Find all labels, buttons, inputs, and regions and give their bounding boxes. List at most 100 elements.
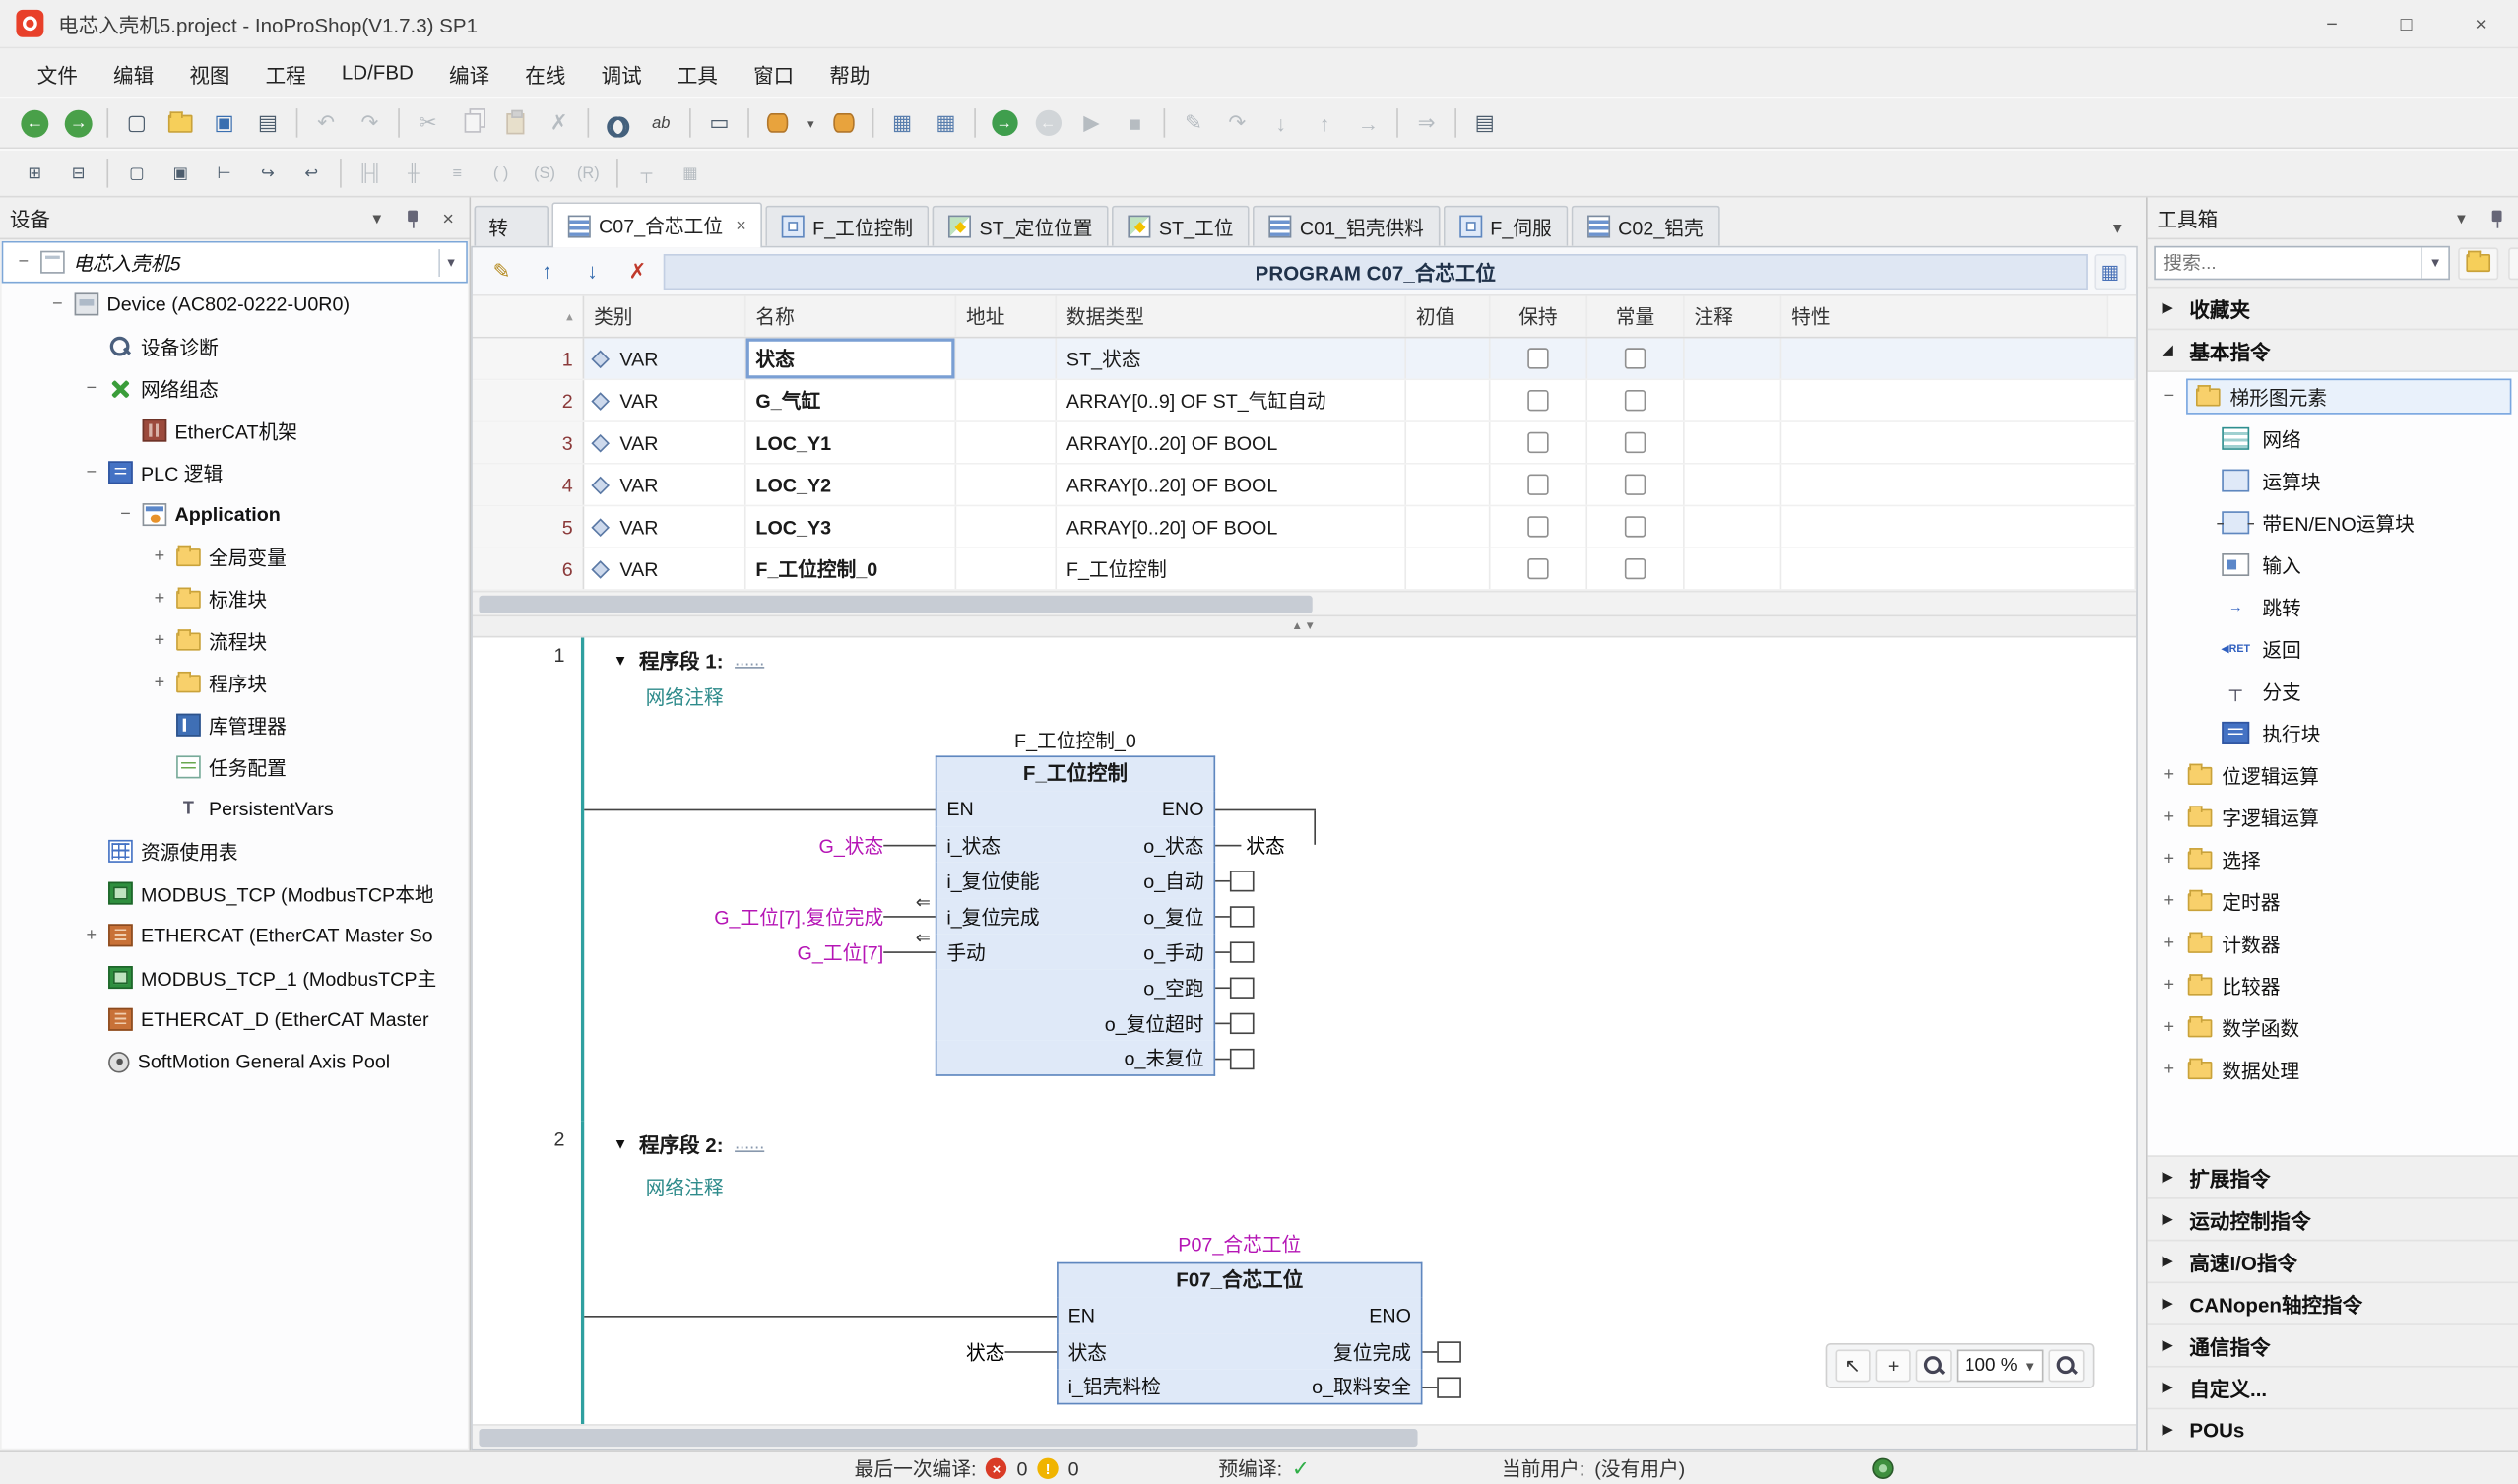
retain-checkbox[interactable] — [1527, 432, 1548, 453]
address-cell[interactable] — [956, 422, 1057, 463]
toolbar-button-icon[interactable]: ab — [641, 103, 681, 142]
minimize-button[interactable]: − — [2294, 0, 2369, 47]
tree-item[interactable]: Application — [2, 493, 468, 536]
toolbox-section[interactable]: ▶ POUs — [2148, 1408, 2518, 1451]
fb-body-row[interactable]: i_复位使能 o_自动 — [936, 863, 1215, 898]
output-assign-box[interactable] — [1230, 977, 1255, 998]
toolbar-button-icon[interactable] — [757, 103, 798, 142]
tree-expander-icon[interactable]: + — [2161, 1060, 2178, 1079]
fb-body-row[interactable]: i_铝壳料检 o_取料安全 — [1057, 1369, 1422, 1404]
toolbar-button-icon[interactable]: ▣ — [204, 103, 244, 142]
ld-toolbar-button-icon[interactable]: ▦ — [670, 154, 710, 192]
toolbar-button-icon[interactable] — [291, 103, 303, 142]
output-pin[interactable]: o_空跑 — [1143, 973, 1203, 1000]
tab-overflow-button[interactable]: ▼ — [2110, 220, 2135, 245]
initvalue-cell[interactable] — [1406, 422, 1490, 463]
toolbar-button-icon[interactable]: ↓ — [1260, 103, 1301, 142]
retain-checkbox[interactable] — [1527, 558, 1548, 579]
menu-item[interactable]: 工程 — [248, 47, 324, 97]
ld-toolbar-button-icon[interactable]: (R) — [568, 154, 609, 192]
column-header[interactable]: 常量 — [1587, 296, 1685, 337]
variable-row[interactable]: 3 VAR LOC_Y1 ARRAY[0..20] OF BOOL — [473, 422, 2136, 465]
document-tab[interactable]: ST_定位位置 — [933, 206, 1109, 246]
comment-cell[interactable] — [1685, 422, 1782, 463]
input-pin[interactable]: i_复位使能 — [946, 867, 1039, 894]
ld-toolbar-button-icon[interactable] — [612, 154, 623, 192]
tree-expander-icon[interactable]: + — [2161, 891, 2178, 911]
input-pin[interactable]: i_状态 — [946, 831, 1001, 859]
ladder-hscrollbar[interactable] — [473, 1424, 2136, 1449]
output-assign-box[interactable] — [1437, 1377, 1461, 1397]
column-header[interactable]: 保持 — [1490, 296, 1587, 337]
toolbox-item[interactable]: 执行块 — [2148, 712, 2518, 754]
toolbox-item[interactable]: → 跳转 — [2148, 586, 2518, 628]
toolbox-folder[interactable]: + 比较器 — [2148, 964, 2518, 1006]
column-header[interactable]: 地址 — [956, 296, 1057, 337]
document-tab[interactable]: ST_工位 — [1112, 206, 1250, 246]
zoom-fit-button[interactable] — [2048, 1350, 2084, 1383]
toolbox-mini-button-icon[interactable]: ▦ — [2508, 247, 2518, 280]
toolbar-button-icon[interactable] — [823, 103, 864, 142]
output-pin[interactable]: o_自动 — [1143, 867, 1203, 894]
address-cell[interactable] — [956, 548, 1057, 589]
toolbar-button-icon[interactable]: ← — [15, 103, 55, 142]
zoom-level-select[interactable]: 100 % ▼ — [1957, 1350, 2044, 1383]
fb-body-row[interactable]: EN ENO — [1057, 1298, 1422, 1333]
toolbar-button-icon[interactable] — [1159, 103, 1171, 142]
toolbar-button-icon[interactable]: → — [58, 103, 98, 142]
name-cell[interactable]: LOC_Y3 — [746, 506, 957, 547]
toolbar-button-icon[interactable]: ✂ — [408, 103, 448, 142]
chevron-down-icon[interactable]: ▼ — [2421, 247, 2448, 278]
pin-icon[interactable] — [2486, 207, 2508, 229]
toolbox-section[interactable]: ▶ CANopen轴控指令 — [2148, 1281, 2518, 1323]
toolbox-section[interactable]: ▶ 运动控制指令 — [2148, 1197, 2518, 1240]
menu-item[interactable]: LD/FBD — [324, 52, 431, 95]
toolbox-folder[interactable]: + 位逻辑运算 — [2148, 754, 2518, 797]
toolbar-button-icon[interactable] — [684, 103, 696, 142]
input-variable[interactable]: G_状态 — [818, 831, 883, 859]
attribute-cell[interactable] — [1781, 338, 2136, 378]
tree-item[interactable]: ETHERCAT (EtherCAT Master So — [2, 914, 468, 956]
input-pin[interactable]: 状态 — [1068, 1337, 1107, 1365]
tree-item[interactable]: PersistentVars — [2, 788, 468, 830]
datatype-cell[interactable]: ARRAY[0..20] OF BOOL — [1057, 506, 1406, 547]
tree-item[interactable]: 电芯入壳机5 — [2, 241, 468, 284]
toolbar-button-icon[interactable] — [1391, 103, 1403, 142]
toolbox-folder[interactable]: + 选择 — [2148, 838, 2518, 880]
toolbox-item[interactable]: 运算块 — [2148, 460, 2518, 502]
input-pin[interactable]: 手动 — [946, 937, 985, 965]
address-cell[interactable] — [956, 465, 1057, 505]
fb-type-name[interactable]: F07_合芯工位 — [1057, 1262, 1422, 1298]
fb-body-row[interactable]: EN ENO — [936, 792, 1215, 827]
toolbar-button-icon[interactable]: ← — [1027, 103, 1067, 142]
column-header[interactable]: 名称 — [746, 296, 957, 337]
pin-icon[interactable] — [402, 207, 424, 229]
retain-checkbox[interactable] — [1527, 516, 1548, 537]
toolbox-folder[interactable]: + 字逻辑运算 — [2148, 797, 2518, 839]
output-assign-box[interactable] — [1437, 1340, 1461, 1361]
document-tab[interactable]: C02_铝壳 — [1571, 206, 1719, 246]
output-pin[interactable]: o_取料安全 — [1312, 1373, 1411, 1400]
toolbar-button-icon[interactable] — [161, 103, 201, 142]
ld-toolbar-button-icon[interactable]: ⊢ — [204, 154, 244, 192]
document-tab[interactable]: C01_铝壳供料 — [1253, 206, 1440, 246]
constant-checkbox[interactable] — [1625, 558, 1646, 579]
toolbox-section-basic-instructions[interactable]: ◢ 基本指令 — [2148, 330, 2518, 372]
initvalue-cell[interactable] — [1406, 338, 1490, 378]
tree-expander-icon[interactable]: − — [2161, 387, 2178, 407]
ld-toolbar-button-icon[interactable]: ≡ — [437, 154, 478, 192]
scope-cell[interactable]: VAR — [584, 338, 745, 378]
ld-toolbar-button-icon[interactable]: ▢ — [116, 154, 157, 192]
ld-toolbar-button-icon[interactable]: ▣ — [161, 154, 201, 192]
scope-cell[interactable]: VAR — [584, 380, 745, 420]
menu-item[interactable]: 文件 — [20, 47, 96, 97]
tree-expander-icon[interactable] — [48, 294, 66, 314]
tree-expander-icon[interactable]: + — [2161, 807, 2178, 827]
tree-item[interactable]: 程序块 — [2, 662, 468, 704]
constant-checkbox[interactable] — [1625, 516, 1646, 537]
retain-checkbox[interactable] — [1527, 348, 1548, 368]
datatype-cell[interactable]: ARRAY[0..20] OF BOOL — [1057, 422, 1406, 463]
scrollbar-thumb[interactable] — [479, 1429, 1417, 1447]
datatype-cell[interactable]: ARRAY[0..20] OF BOOL — [1057, 465, 1406, 505]
toolbox-group-ladder-elements[interactable]: − 梯形图元素 — [2148, 375, 2518, 418]
